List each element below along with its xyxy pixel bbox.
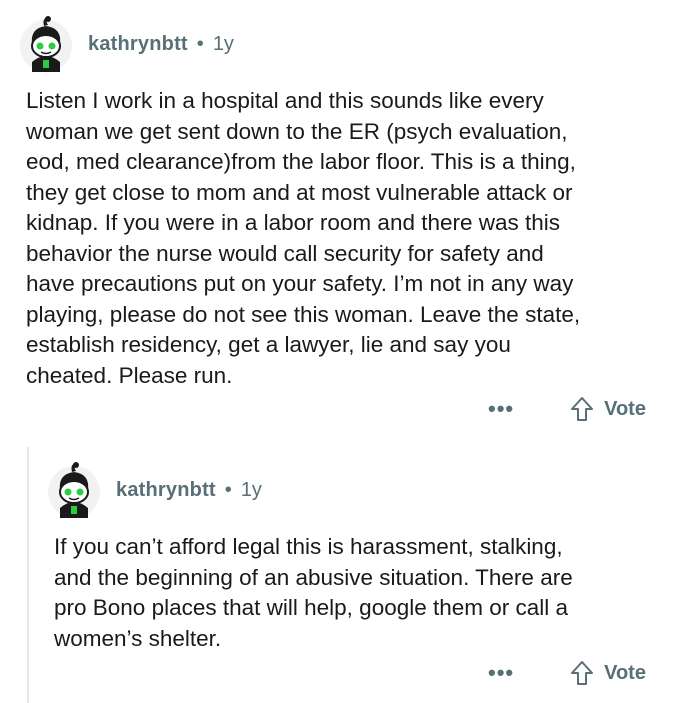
upvote-arrow-icon [571,661,594,685]
thread-line[interactable] [27,447,29,703]
more-options-button[interactable]: ••• [488,396,514,422]
comment-header: kathrynbtt • 1y [46,462,262,518]
meta-separator: • [196,32,204,55]
comment-actions: ••• Vote [488,660,646,686]
more-options-button[interactable]: ••• [488,660,514,686]
vote-label: Vote [604,661,646,684]
comment-header: kathrynbtt • 1y [18,16,234,72]
author-name[interactable]: kathrynbtt [88,33,188,56]
avatar[interactable] [18,16,74,72]
upvote-arrow-icon [571,397,594,421]
vote-label: Vote [604,397,646,420]
comment-body: If you can’t afford legal this is harass… [54,534,573,651]
avatar[interactable] [46,462,102,518]
upvote-button[interactable]: Vote [570,660,646,686]
comment-age: 1y [212,32,234,55]
snoo-avatar-icon [20,16,72,72]
upvote-button[interactable]: Vote [570,396,646,422]
meta-separator: • [224,478,232,501]
comment-actions: ••• Vote [488,396,646,422]
comment-age: 1y [240,478,262,501]
author-name[interactable]: kathrynbtt [116,479,216,502]
comment-body: Listen I work in a hospital and this sou… [26,88,581,388]
snoo-avatar-icon [48,462,100,518]
